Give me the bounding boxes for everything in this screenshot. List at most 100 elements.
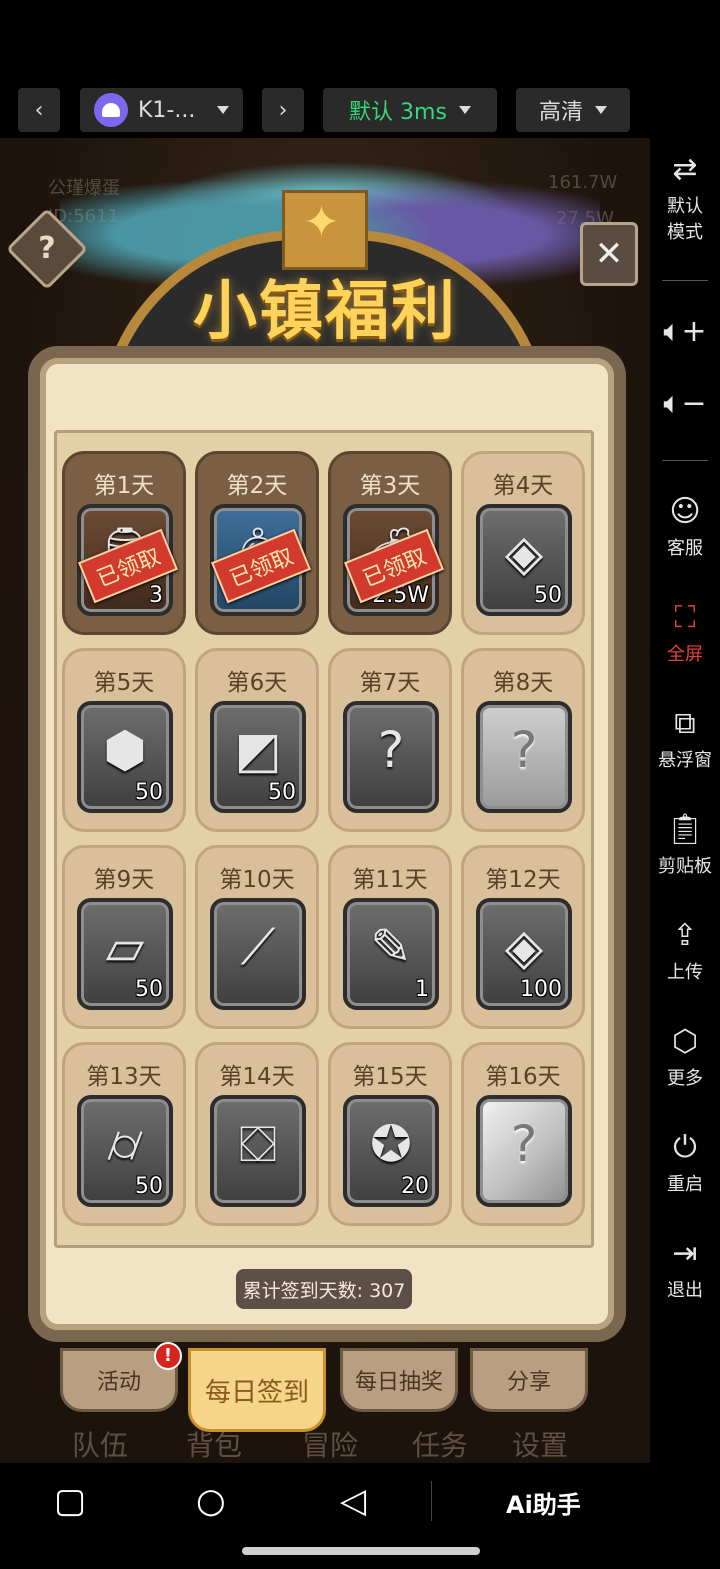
tab-daily-lottery-label: 每日抽奖 [354, 1370, 443, 1395]
exit-label: 退出 [667, 1280, 703, 1301]
volume-up-button[interactable]: 🔈︎+ [650, 314, 720, 354]
page-title: 小镇福利 [193, 275, 457, 349]
reward-card[interactable]: 第8天? [461, 648, 585, 832]
reward-quantity: 50 [135, 780, 163, 805]
restart-button[interactable]: ⏻ 重启 [650, 1130, 720, 1196]
caret-down-icon [217, 106, 230, 114]
back-button[interactable]: ‹ [18, 88, 60, 132]
reward-day-label: 第16天 [485, 1064, 561, 1090]
reward-card[interactable]: 第5天 ⬢ 50 [62, 648, 186, 832]
power-icon: ⏻ [673, 1130, 697, 1165]
clipboard-icon: 📋︎ [665, 812, 705, 847]
ingot-icon: ▱ [105, 918, 145, 976]
tab-daily-signin[interactable]: 每日签到 [188, 1348, 326, 1432]
reward-day-label: 第5天 [93, 670, 155, 696]
reward-item-slot: ⛋ [210, 1095, 306, 1207]
reward-day-label: 第7天 [359, 670, 421, 696]
divider [662, 280, 708, 281]
reward-card[interactable]: 第12天 ◈ 100 [461, 845, 585, 1029]
quality-selector[interactable]: 高清 [516, 88, 630, 132]
fullscreen-icon: ⛶ [674, 600, 696, 635]
emblem-icon: ✪ [370, 1115, 412, 1173]
device-selector[interactable]: K1-... [80, 88, 243, 132]
reward-day-label: 第10天 [219, 867, 295, 893]
home-icon[interactable]: ○ [196, 1481, 226, 1521]
reward-card[interactable]: 第1天 🏮︎3已领取 [62, 451, 186, 635]
reward-quantity: 50 [135, 977, 163, 1002]
customer-service-button[interactable]: ☺ 客服 [650, 494, 720, 560]
reward-day-label: 第8天 [492, 670, 554, 696]
reward-day-label: 第6天 [226, 670, 288, 696]
reward-card[interactable]: 第15天 ✪ 20 [328, 1042, 452, 1226]
gesture-home-bar[interactable] [242, 1547, 480, 1555]
activity-alert-badge: ! [154, 1342, 182, 1370]
recent-apps-icon[interactable]: ▢ [54, 1481, 86, 1521]
remote-toolbar: ‹ K1-... › 默认 3ms 高清 [0, 84, 648, 136]
ore-icon: ⬢ [103, 721, 147, 779]
tab-share-label: 分享 [506, 1370, 551, 1395]
tab-daily-lottery[interactable]: 每日抽奖 [340, 1348, 458, 1412]
reward-card[interactable]: 第9天 ▱ 50 [62, 845, 186, 1029]
log-icon: ⌭ [107, 1115, 143, 1173]
customer-service-label: 客服 [667, 538, 703, 559]
forward-button[interactable]: › [262, 88, 304, 132]
customer-service-icon: ☺ [669, 494, 701, 529]
reward-item-slot: ◈ 100 [476, 898, 572, 1010]
reward-card[interactable]: 第6天 ◩ 50 [195, 648, 319, 832]
reward-item-slot: ✎ 1 [343, 898, 439, 1010]
chevron-left-icon: ‹ [34, 97, 44, 123]
reward-day-label: 第13天 [86, 1064, 162, 1090]
reward-card[interactable]: 第14天 ⛋ [195, 1042, 319, 1226]
system-nav-bar: ▢ ○ ◁ Ai助手 [0, 1463, 720, 1569]
reward-item-slot: ⌭ 50 [77, 1095, 173, 1207]
crossed-swords-close-icon: ✕ [594, 234, 624, 274]
quill-icon: ✎ [370, 918, 412, 976]
clipboard-button[interactable]: 📋︎ 剪贴板 [650, 812, 720, 878]
reward-day-label: 第14天 [219, 1064, 295, 1090]
reward-day-label: 第3天 [359, 473, 421, 499]
volume-down-icon: 🔈︎− [663, 386, 707, 421]
latency-selector[interactable]: 默认 3ms [323, 88, 497, 132]
android-icon [94, 93, 128, 127]
back-triangle-icon[interactable]: ◁ [340, 1481, 366, 1521]
upload-icon: ⇪ [672, 918, 698, 953]
tab-share[interactable]: 分享 [470, 1348, 588, 1412]
reward-item-slot: 💰︎2.5W已领取 [343, 504, 444, 616]
reward-card[interactable]: 第13天 ⌭ 50 [62, 1042, 186, 1226]
reward-card[interactable]: 第4天 ◈ 50 [461, 451, 585, 635]
reward-item-slot: 🔔︎已领取 [210, 504, 311, 616]
more-button[interactable]: ⬡ 更多 [650, 1024, 720, 1090]
game-screen[interactable]: 公瑾爆蛋 ID:5611 161.7W 27.5W 小镇福利 ? ✕ 第1天🏮︎… [0, 138, 650, 1463]
backpack-icon: ⛋ [238, 1115, 278, 1173]
reward-card[interactable]: 第10天 ⟋ [195, 845, 319, 1029]
ai-assistant-button[interactable]: Ai助手 [506, 1485, 581, 1520]
reward-quantity: 50 [534, 583, 562, 608]
volume-down-button[interactable]: 🔈︎− [650, 386, 720, 426]
reward-card[interactable]: 第11天 ✎ 1 [328, 845, 452, 1029]
reward-quantity: 20 [401, 1174, 429, 1199]
reward-day-label: 第4天 [492, 473, 554, 499]
exit-button[interactable]: ⇥ 退出 [650, 1236, 720, 1302]
reward-card[interactable]: 第2天 🔔︎已领取 [195, 451, 319, 635]
reward-card[interactable]: 第16天? [461, 1042, 585, 1226]
reward-card[interactable]: 第7天? [328, 648, 452, 832]
caret-down-icon [595, 106, 607, 114]
rune-stone-icon: ◈ [504, 524, 544, 582]
reward-item-slot: ? [476, 1095, 572, 1207]
reward-quantity: 100 [520, 977, 562, 1002]
reward-item-slot: ? [343, 701, 439, 813]
reward-day-label: 第11天 [352, 867, 428, 893]
remote-sidebar: ⇄ 默认 模式 🔈︎+ 🔈︎− ☺ 客服 ⛶ 全屏 ⧉ 悬浮窗 📋︎ 剪贴板 ⇪… [650, 138, 720, 1463]
volume-up-icon: 🔈︎+ [663, 314, 707, 349]
mode-button[interactable]: ⇄ 默认 模式 [650, 152, 720, 244]
reward-card[interactable]: 第3天 💰︎2.5W已领取 [328, 451, 452, 635]
upload-button[interactable]: ⇪ 上传 [650, 918, 720, 984]
latency-label: 默认 3ms [349, 100, 447, 125]
reward-item-slot: ? [476, 701, 572, 813]
floating-window-button[interactable]: ⧉ 悬浮窗 [650, 706, 720, 772]
reward-day-label: 第1天 [93, 473, 155, 499]
reward-day-label: 第9天 [93, 867, 155, 893]
close-button[interactable]: ✕ [580, 222, 638, 286]
fullscreen-button[interactable]: ⛶ 全屏 [650, 600, 720, 666]
fullscreen-label: 全屏 [667, 644, 703, 665]
